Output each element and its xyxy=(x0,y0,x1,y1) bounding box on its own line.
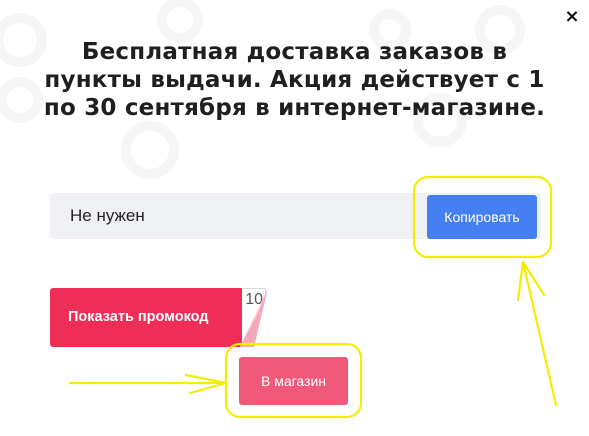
arrow-to-copy xyxy=(516,260,558,407)
go-to-shop-button[interactable]: В магазин xyxy=(239,357,348,405)
offer-title: Бесплатная доставка заказов в пункты выд… xyxy=(43,39,546,121)
close-button[interactable]: × xyxy=(563,8,581,26)
arrow-to-shop xyxy=(68,373,228,395)
show-promo-button[interactable]: Показать промокод xyxy=(50,288,242,347)
coupon-code-value: Не нужен xyxy=(70,206,145,225)
promo-peek-code: 10 xyxy=(238,288,266,345)
promo-reveal[interactable]: 10 Показать промокод xyxy=(50,288,268,347)
copy-button[interactable]: Копировать xyxy=(427,195,537,239)
